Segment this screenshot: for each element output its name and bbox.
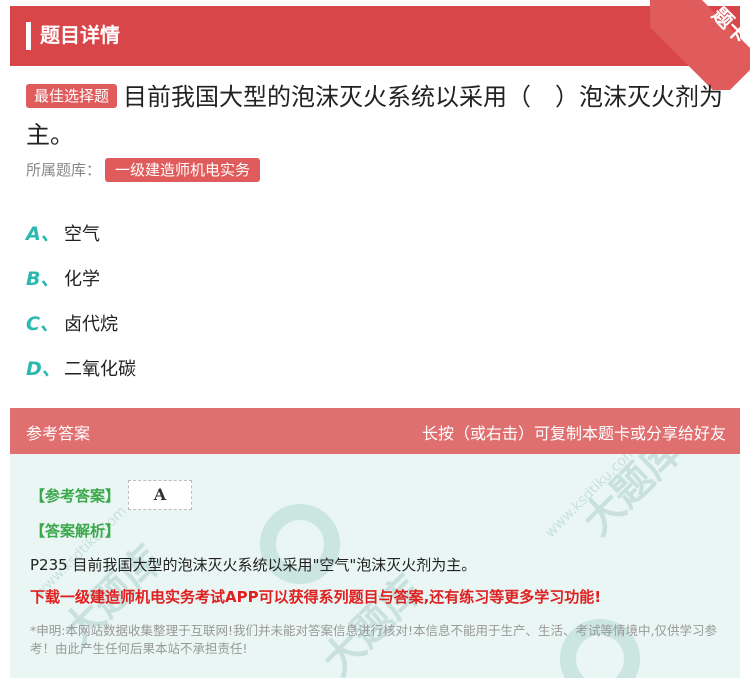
option-letter: B、 [26,268,60,290]
analysis-text: P235 目前我国大型的泡沫灭火系统以采用"空气"泡沫灭火剂为主。 [30,556,477,574]
disclaimer-text: *申明:本网站数据收集整理于互联网!我们并未能对答案信息进行核对!本信息不能用于… [30,623,717,656]
page-title: 题目详情 [40,23,120,47]
option-c[interactable]: C、 卤代烷 [26,300,726,345]
option-b[interactable]: B、 化学 [26,255,726,300]
option-letter: C、 [26,313,59,335]
page-header: 题目详情 [10,6,740,66]
option-letter: A、 [26,223,60,245]
answer-section-title: 参考答案 [26,424,91,443]
reference-answer-image: A [128,480,193,510]
option-text: 化学 [64,268,100,290]
option-letter: D、 [26,358,61,380]
reference-answer-label: 【参考答案】 [30,486,121,505]
option-d[interactable]: D、 二氧化碳 [26,345,726,390]
question-bank-label: 所属题库： [26,161,102,179]
answer-section-header: 参考答案 长按（或右击）可复制本题卡或分享给好友 [10,408,740,454]
option-text: 卤代烷 [64,313,118,335]
header-accent-bar [26,22,31,50]
answer-section-body: 大题库 大题库 大题库 www.ksdtiku.com www.ksdtiku.… [10,454,740,678]
card-corner-ribbon: 题卡 [650,0,750,90]
question-bank-tag[interactable]: 一级建造师机电实务 [105,158,261,182]
option-list: A、 空气 B、 化学 C、 卤代烷 D、 二氧化碳 [26,210,726,390]
watermark-icon: 大题库 [314,567,432,678]
option-a[interactable]: A、 空气 [26,210,726,255]
analysis-label: 【答案解析】 [30,522,121,540]
app-download-promo[interactable]: 下载一级建造师机电实务考试APP可以获得系列题目与答案,还有练习等更多学习功能! [30,586,601,607]
question-type-badge: 最佳选择题 [26,84,118,108]
option-text: 二氧化碳 [64,358,136,380]
option-text: 空气 [64,223,100,245]
question-stem: 最佳选择题 目前我国大型的泡沫灭火系统以采用（ ）泡沫灭火剂为主。 [26,78,726,154]
question-bank-row: 所属题库： 一级建造师机电实务 [26,158,261,182]
reference-answer-row: 【参考答案】 A [30,480,193,510]
question-text: 目前我国大型的泡沫灭火系统以采用（ ）泡沫灭火剂为主。 [26,83,724,149]
share-hint: 长按（或右击）可复制本题卡或分享给好友 [421,424,726,443]
